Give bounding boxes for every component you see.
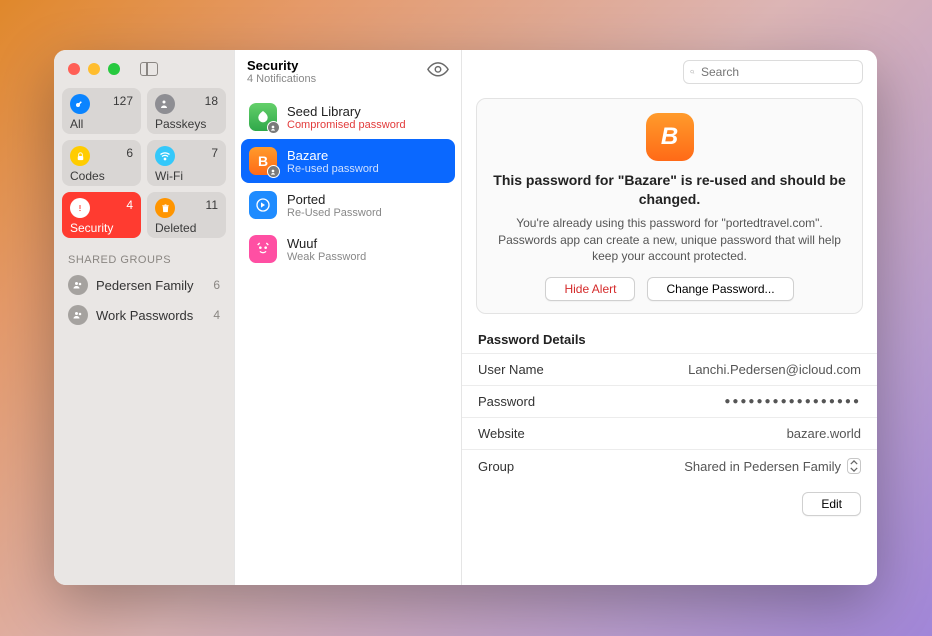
category-passkeys[interactable]: 18 Passkeys bbox=[147, 88, 226, 134]
list-item-ported[interactable]: Ported Re-Used Password bbox=[241, 183, 455, 227]
chevron-up-icon bbox=[850, 460, 858, 465]
category-label: Passkeys bbox=[155, 117, 218, 131]
lock-icon bbox=[70, 146, 90, 166]
group-name: Pedersen Family bbox=[96, 278, 194, 293]
category-count: 6 bbox=[126, 146, 133, 160]
sidebar: 127 All 18 Passkeys 6 Codes bbox=[54, 50, 234, 585]
detail-toolbar bbox=[462, 50, 877, 92]
app-icon bbox=[249, 103, 277, 131]
item-name: Bazare bbox=[287, 148, 379, 163]
password-details-header: Password Details bbox=[462, 318, 877, 353]
item-reason: Re-Used Password bbox=[287, 207, 382, 219]
shared-badge-icon bbox=[267, 121, 280, 134]
category-label: Codes bbox=[70, 169, 133, 183]
category-all[interactable]: 127 All bbox=[62, 88, 141, 134]
list-item-seed-library[interactable]: Seed Library Compromised password bbox=[241, 95, 455, 139]
edit-button[interactable]: Edit bbox=[802, 492, 861, 516]
category-count: 127 bbox=[113, 94, 133, 108]
shared-badge-icon bbox=[267, 165, 280, 178]
group-count: 4 bbox=[213, 308, 220, 322]
password-value: ●●●●●●●●●●●●●●●●● bbox=[724, 396, 861, 407]
username-label: User Name bbox=[478, 362, 544, 377]
app-icon bbox=[249, 235, 277, 263]
password-list-column: Security 4 Notifications Seed Library Co… bbox=[234, 50, 462, 585]
chevron-down-icon bbox=[850, 467, 858, 472]
category-count: 4 bbox=[126, 198, 133, 212]
reveal-icon[interactable] bbox=[427, 62, 449, 78]
group-label: Group bbox=[478, 459, 514, 474]
app-window: 127 All 18 Passkeys 6 Codes bbox=[54, 50, 877, 585]
shared-group-pedersen[interactable]: Pedersen Family 6 bbox=[54, 270, 234, 300]
app-icon: B bbox=[249, 147, 277, 175]
people-icon bbox=[68, 305, 88, 325]
security-alert: B This password for "Bazare" is re-used … bbox=[476, 98, 863, 314]
username-row[interactable]: User Name Lanchi.Pedersen@icloud.com bbox=[462, 353, 877, 385]
website-label: Website bbox=[478, 426, 525, 441]
category-label: Deleted bbox=[155, 221, 218, 235]
category-label: All bbox=[70, 117, 133, 131]
minimize-window-button[interactable] bbox=[88, 63, 100, 75]
category-count: 18 bbox=[205, 94, 218, 108]
item-reason: Compromised password bbox=[287, 119, 406, 131]
category-deleted[interactable]: 11 Deleted bbox=[147, 192, 226, 238]
group-count: 6 bbox=[213, 278, 220, 292]
category-grid: 127 All 18 Passkeys 6 Codes bbox=[54, 82, 234, 248]
list-item-wuuf[interactable]: Wuuf Weak Password bbox=[241, 227, 455, 271]
list-item-bazare[interactable]: B Bazare Re-used password bbox=[241, 139, 455, 183]
trash-icon bbox=[155, 198, 175, 218]
item-reason: Re-used password bbox=[287, 163, 379, 175]
alert-heading: This password for "Bazare" is re-used an… bbox=[493, 171, 846, 209]
group-name: Work Passwords bbox=[96, 308, 193, 323]
password-row[interactable]: Password ●●●●●●●●●●●●●●●●● bbox=[462, 385, 877, 417]
detail-column: B This password for "Bazare" is re-used … bbox=[462, 50, 877, 585]
category-wifi[interactable]: 7 Wi-Fi bbox=[147, 140, 226, 186]
group-row[interactable]: Group Shared in Pedersen Family bbox=[462, 449, 877, 482]
group-popup-button[interactable] bbox=[847, 458, 861, 474]
category-count: 11 bbox=[206, 198, 218, 212]
category-security[interactable]: 4 Security bbox=[62, 192, 141, 238]
password-label: Password bbox=[478, 394, 535, 409]
bazare-app-icon: B bbox=[646, 113, 694, 161]
toggle-sidebar-icon[interactable] bbox=[140, 62, 158, 76]
item-name: Ported bbox=[287, 192, 382, 207]
person-key-icon bbox=[155, 94, 175, 114]
exclamation-icon bbox=[70, 198, 90, 218]
shared-groups-header: SHARED GROUPS bbox=[54, 248, 234, 270]
item-reason: Weak Password bbox=[287, 251, 366, 263]
item-name: Wuuf bbox=[287, 236, 366, 251]
list-title: Security bbox=[247, 58, 316, 73]
list-header: Security 4 Notifications bbox=[235, 50, 461, 91]
group-value: Shared in Pedersen Family bbox=[684, 459, 841, 474]
hide-alert-button[interactable]: Hide Alert bbox=[545, 277, 635, 301]
close-window-button[interactable] bbox=[68, 63, 80, 75]
app-icon bbox=[249, 191, 277, 219]
website-row[interactable]: Website bazare.world bbox=[462, 417, 877, 449]
website-value: bazare.world bbox=[787, 426, 861, 441]
zoom-window-button[interactable] bbox=[108, 63, 120, 75]
list-subtitle: 4 Notifications bbox=[247, 73, 316, 85]
password-list: Seed Library Compromised password B Baza… bbox=[235, 91, 461, 275]
item-name: Seed Library bbox=[287, 104, 406, 119]
key-icon bbox=[70, 94, 90, 114]
category-count: 7 bbox=[211, 146, 218, 160]
category-codes[interactable]: 6 Codes bbox=[62, 140, 141, 186]
username-value: Lanchi.Pedersen@icloud.com bbox=[688, 362, 861, 377]
shared-group-work[interactable]: Work Passwords 4 bbox=[54, 300, 234, 330]
window-controls bbox=[54, 50, 234, 82]
category-label: Wi-Fi bbox=[155, 169, 218, 183]
alert-description: You're already using this password for "… bbox=[493, 215, 846, 265]
search-icon bbox=[690, 66, 695, 78]
change-password-button[interactable]: Change Password... bbox=[647, 277, 793, 301]
search-field[interactable] bbox=[683, 60, 863, 84]
wifi-icon bbox=[155, 146, 175, 166]
category-label: Security bbox=[70, 221, 133, 235]
people-icon bbox=[68, 275, 88, 295]
search-input[interactable] bbox=[701, 65, 856, 79]
